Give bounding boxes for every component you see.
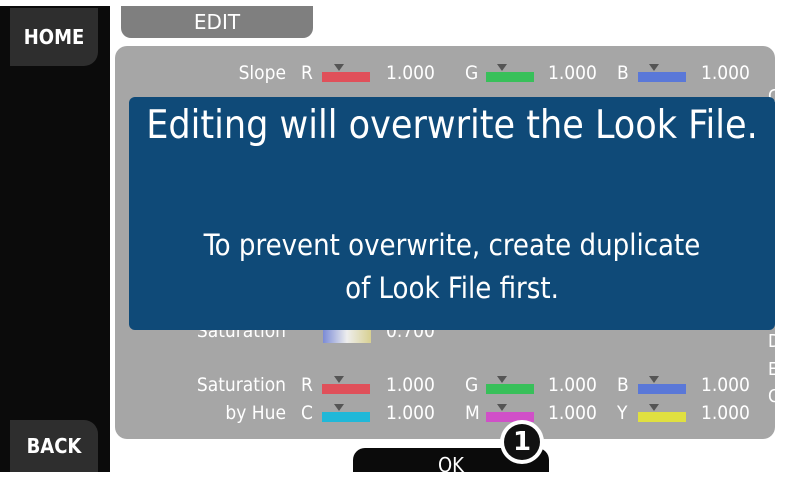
sbh-b-bar[interactable] bbox=[638, 384, 686, 394]
sbh-y-value[interactable]: 1.000 bbox=[701, 402, 750, 424]
sbh-g-label: G bbox=[465, 374, 479, 396]
slope-r-bar[interactable] bbox=[322, 72, 370, 82]
slope-b-bar[interactable] bbox=[638, 72, 686, 82]
slope-b-value[interactable]: 1.000 bbox=[701, 62, 750, 84]
slope-g-bar[interactable] bbox=[486, 72, 534, 82]
sbh-g-bar[interactable] bbox=[486, 384, 534, 394]
slope-b-label: B bbox=[617, 62, 629, 84]
step-badge-number: 1 bbox=[504, 424, 540, 460]
sbh-g-marker bbox=[497, 376, 507, 383]
sbh-y-bar[interactable] bbox=[638, 412, 686, 422]
dialog-title-text: Editing will overwrite the Look File. bbox=[146, 103, 758, 148]
sbh-y-label: Y bbox=[617, 402, 628, 424]
sbh-c-bar[interactable] bbox=[322, 412, 370, 422]
slope-r-label: R bbox=[301, 62, 313, 84]
sbh-m-label: M bbox=[465, 402, 480, 424]
side-letter: E bbox=[768, 359, 779, 380]
sbh-r-marker bbox=[334, 376, 344, 383]
top-border bbox=[0, 0, 787, 6]
back-button[interactable]: BACK bbox=[10, 420, 98, 472]
overwrite-warning-dialog: Editing will overwrite the Look File. To… bbox=[129, 97, 775, 330]
sbh-r-bar[interactable] bbox=[322, 384, 370, 394]
step-badge: 1 bbox=[500, 420, 544, 464]
dialog-message-text: To prevent overwrite, create duplicate o… bbox=[203, 228, 701, 305]
slope-g-value[interactable]: 1.000 bbox=[548, 62, 597, 84]
side-letter: D bbox=[768, 331, 781, 352]
sbh-m-value[interactable]: 1.000 bbox=[548, 402, 597, 424]
edit-tab[interactable]: EDIT bbox=[121, 6, 313, 38]
slope-r-value[interactable]: 1.000 bbox=[386, 62, 435, 84]
sbh-r-label: R bbox=[301, 374, 313, 396]
sidebar bbox=[0, 6, 110, 472]
sbh-b-marker bbox=[649, 376, 659, 383]
home-button[interactable]: HOME bbox=[10, 8, 98, 66]
sbh-y-marker bbox=[649, 404, 659, 411]
side-letter: O bbox=[768, 386, 781, 407]
slope-g-marker bbox=[497, 64, 507, 71]
slope-b-marker bbox=[649, 64, 659, 71]
sbh-c-value[interactable]: 1.000 bbox=[386, 402, 435, 424]
dialog-title: Editing will overwrite the Look File. bbox=[129, 97, 775, 155]
sbh-g-value[interactable]: 1.000 bbox=[548, 374, 597, 396]
sbh-r-value[interactable]: 1.000 bbox=[386, 374, 435, 396]
slope-g-label: G bbox=[465, 62, 479, 84]
sbh-b-label: B bbox=[617, 374, 629, 396]
sbh-b-value[interactable]: 1.000 bbox=[701, 374, 750, 396]
dialog-message: To prevent overwrite, create duplicate o… bbox=[129, 224, 775, 310]
sat-by-hue-label-1: Saturation bbox=[196, 374, 286, 396]
sbh-c-label: C bbox=[301, 402, 313, 424]
slope-label: Slope bbox=[238, 62, 286, 84]
sbh-m-marker bbox=[497, 404, 507, 411]
slope-r-marker bbox=[334, 64, 344, 71]
sbh-c-marker bbox=[334, 404, 344, 411]
sat-by-hue-label-2: by Hue bbox=[225, 402, 286, 424]
